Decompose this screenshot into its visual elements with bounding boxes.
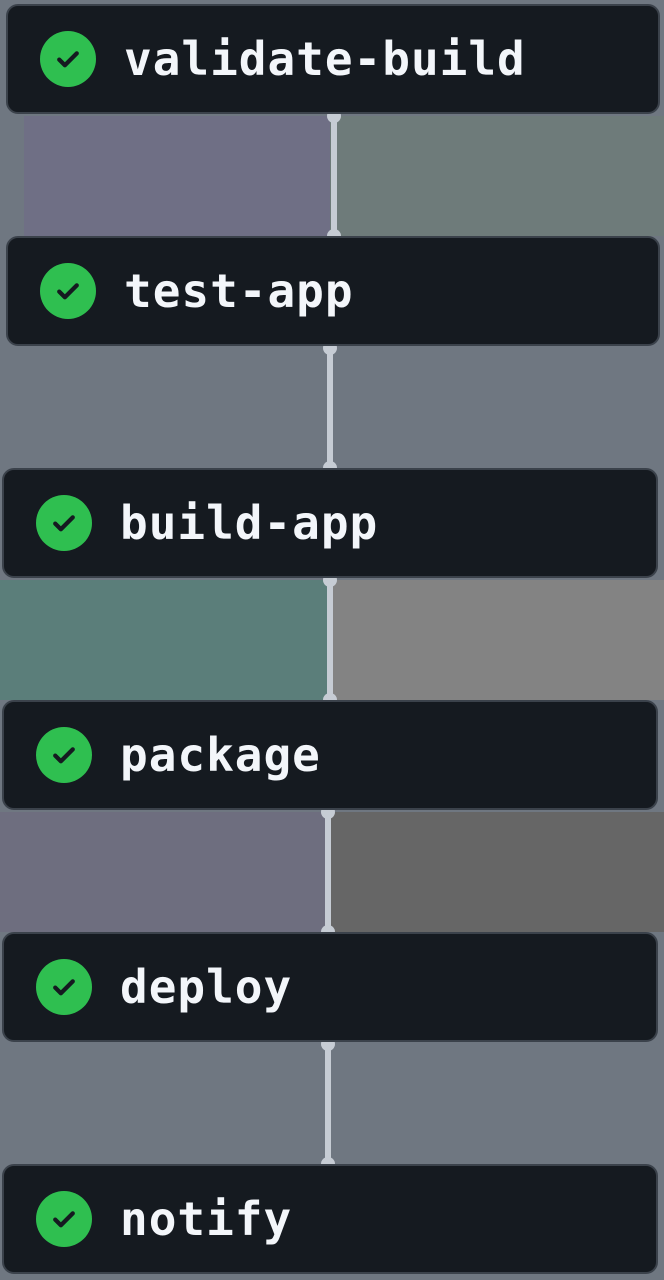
job-build-app[interactable]: build-app	[2, 468, 658, 578]
job-deploy[interactable]: deploy	[2, 932, 658, 1042]
check-circle-icon	[36, 959, 92, 1015]
job-name: build-app	[120, 496, 379, 550]
check-circle-icon	[40, 263, 96, 319]
job-name: test-app	[124, 264, 354, 318]
dependency-connector	[323, 341, 337, 475]
dependency-connector	[323, 573, 337, 707]
job-name: notify	[120, 1192, 293, 1246]
gap-panel	[0, 812, 330, 932]
workflow-graph: validate-build test-app build-app packag…	[0, 0, 664, 1280]
job-test-app[interactable]: test-app	[6, 236, 660, 346]
dependency-connector	[327, 109, 341, 243]
job-name: validate-build	[124, 32, 526, 86]
check-circle-icon	[36, 495, 92, 551]
gap-panel	[330, 116, 664, 236]
job-notify[interactable]: notify	[2, 1164, 658, 1274]
check-circle-icon	[40, 31, 96, 87]
job-validate-build[interactable]: validate-build	[6, 4, 660, 114]
dependency-connector	[321, 805, 335, 939]
gap-panel	[330, 580, 664, 700]
job-name: deploy	[120, 960, 293, 1014]
gap-panel	[330, 812, 664, 932]
check-circle-icon	[36, 727, 92, 783]
job-name: package	[120, 728, 321, 782]
gap-panel	[24, 116, 330, 236]
dependency-connector	[321, 1037, 335, 1171]
gap-panel	[0, 580, 330, 700]
job-package[interactable]: package	[2, 700, 658, 810]
check-circle-icon	[36, 1191, 92, 1247]
